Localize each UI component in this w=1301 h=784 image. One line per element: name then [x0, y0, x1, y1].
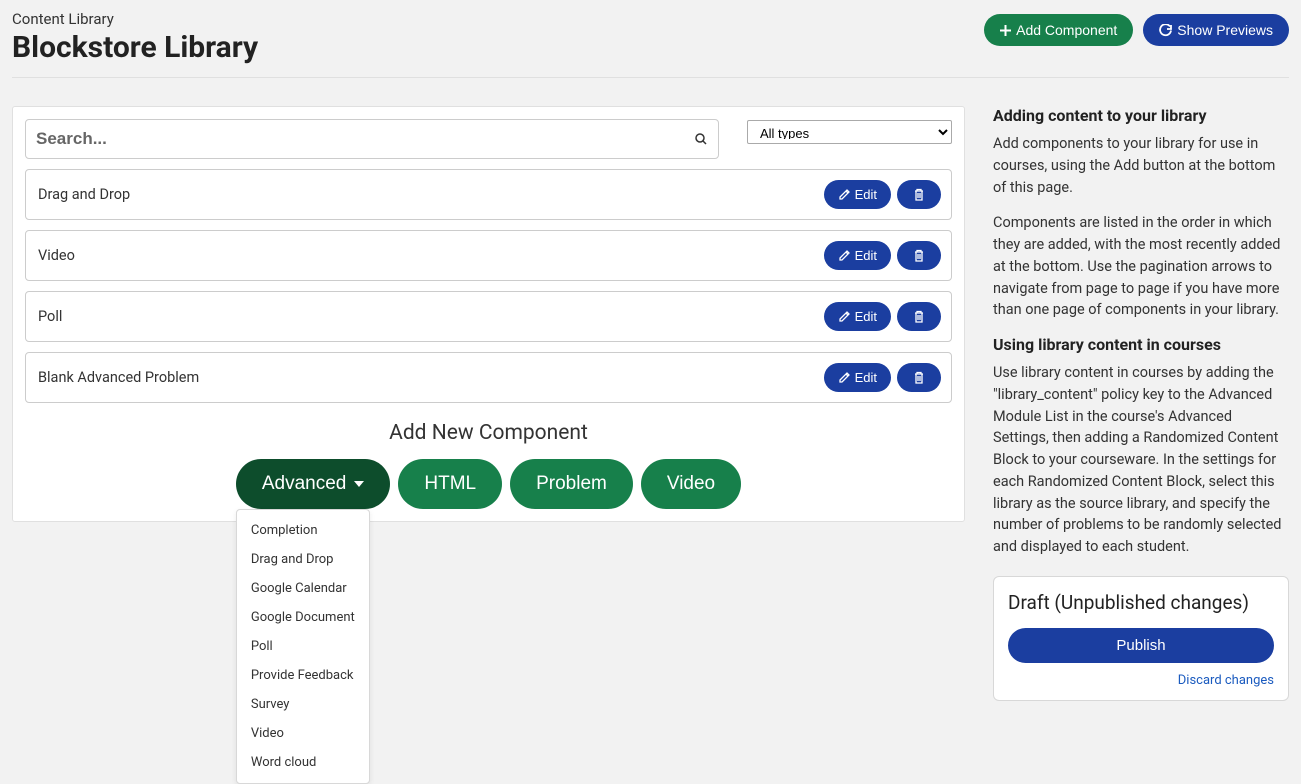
add-html-button[interactable]: HTML: [398, 459, 502, 509]
advanced-dropdown-menu: CompletionDrag and DropGoogle CalendarGo…: [236, 509, 370, 784]
component-actions: Edit: [824, 302, 941, 331]
add-advanced-button[interactable]: Advanced: [236, 459, 391, 509]
sidebar-heading-using: Using library content in courses: [993, 335, 1289, 354]
add-new-component-title: Add New Component: [25, 421, 952, 445]
edit-button[interactable]: Edit: [824, 363, 891, 392]
add-component-button[interactable]: Add Component: [984, 14, 1133, 46]
edit-icon: [838, 249, 851, 262]
trash-icon: [913, 188, 925, 201]
edit-button[interactable]: Edit: [824, 241, 891, 270]
delete-button[interactable]: [897, 241, 941, 270]
advanced-menu-item[interactable]: Drag and Drop: [237, 545, 369, 574]
advanced-menu-item[interactable]: Word cloud: [237, 748, 369, 777]
type-filter-select[interactable]: All types: [747, 120, 952, 144]
component-list: Drag and DropEditVideoEditPollEditBlank …: [25, 169, 952, 403]
component-actions: Edit: [824, 363, 941, 392]
publish-button[interactable]: Publish: [1008, 628, 1274, 663]
search-input[interactable]: [25, 119, 719, 159]
sidebar-text: Components are listed in the order in wh…: [993, 212, 1289, 321]
edit-icon: [838, 371, 851, 384]
add-video-button[interactable]: Video: [641, 459, 741, 509]
publish-card: Draft (Unpublished changes) Publish Disc…: [993, 576, 1289, 701]
plus-icon: [1000, 25, 1011, 36]
component-item: Blank Advanced Problem Edit: [25, 352, 952, 403]
advanced-menu-item[interactable]: Google Document: [237, 603, 369, 632]
show-previews-label: Show Previews: [1177, 22, 1273, 38]
advanced-menu-item[interactable]: Provide Feedback: [237, 661, 369, 690]
edit-button[interactable]: Edit: [824, 302, 891, 331]
edit-button[interactable]: Edit: [824, 180, 891, 209]
page-header: Content Library Blockstore Library Add C…: [12, 10, 1289, 78]
advanced-menu-item[interactable]: Survey: [237, 690, 369, 719]
component-name: Video: [38, 247, 75, 264]
edit-label: Edit: [855, 309, 877, 324]
edit-label: Edit: [855, 370, 877, 385]
component-item: Video Edit: [25, 230, 952, 281]
component-item: Poll Edit: [25, 291, 952, 342]
delete-button[interactable]: [897, 363, 941, 392]
advanced-menu-item[interactable]: Completion: [237, 516, 369, 545]
show-previews-button[interactable]: Show Previews: [1143, 14, 1289, 46]
caret-down-icon: [354, 481, 364, 487]
component-actions: Edit: [824, 241, 941, 270]
sidebar-heading-adding: Adding content to your library: [993, 106, 1289, 125]
sidebar-text: Use library content in courses by adding…: [993, 362, 1289, 558]
edit-label: Edit: [855, 187, 877, 202]
component-actions: Edit: [824, 180, 941, 209]
component-item: Drag and Drop Edit: [25, 169, 952, 220]
edit-label: Edit: [855, 248, 877, 263]
add-component-label: Add Component: [1016, 22, 1117, 38]
page-title: Blockstore Library: [12, 30, 258, 65]
refresh-icon: [1159, 24, 1172, 37]
edit-icon: [838, 188, 851, 201]
advanced-menu-item[interactable]: Google Calendar: [237, 574, 369, 603]
sidebar: Adding content to your library Add compo…: [993, 106, 1289, 701]
component-name: Blank Advanced Problem: [38, 369, 199, 386]
main-panel: All types Drag and DropEditVideoEditPoll…: [12, 106, 965, 522]
trash-icon: [913, 371, 925, 384]
component-name: Drag and Drop: [38, 186, 130, 203]
add-problem-button[interactable]: Problem: [510, 459, 633, 509]
breadcrumb: Content Library: [12, 10, 258, 28]
component-name: Poll: [38, 308, 62, 325]
delete-button[interactable]: [897, 302, 941, 331]
delete-button[interactable]: [897, 180, 941, 209]
trash-icon: [913, 310, 925, 323]
edit-icon: [838, 310, 851, 323]
publish-status: Draft (Unpublished changes): [1008, 591, 1274, 614]
add-advanced-label: Advanced: [262, 473, 347, 495]
advanced-menu-item[interactable]: Poll: [237, 632, 369, 661]
advanced-menu-item[interactable]: Video: [237, 719, 369, 748]
sidebar-text: Add components to your library for use i…: [993, 133, 1289, 198]
discard-changes-link[interactable]: Discard changes: [1008, 673, 1274, 688]
trash-icon: [913, 249, 925, 262]
